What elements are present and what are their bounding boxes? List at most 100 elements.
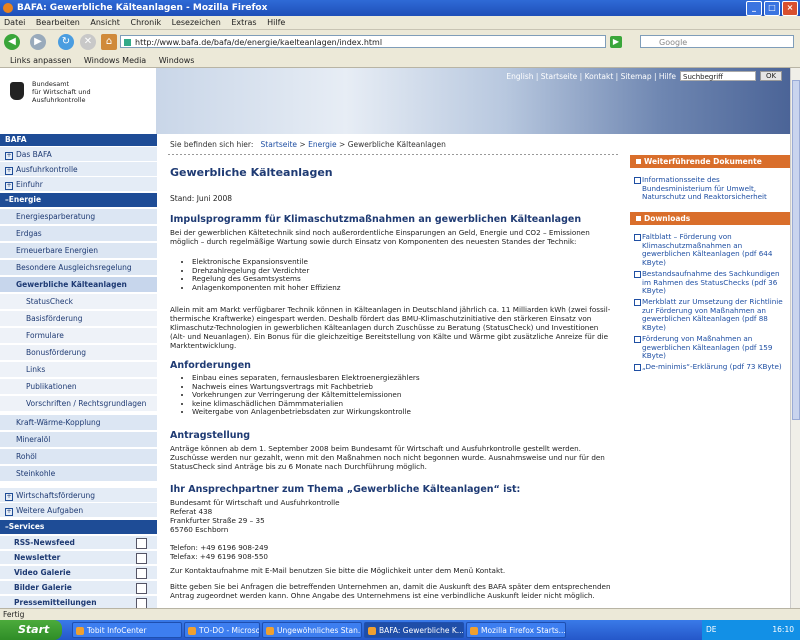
search-placeholder: Google (659, 38, 688, 47)
breadcrumb-startseite[interactable]: Startseite (261, 140, 297, 149)
link-icon (634, 177, 641, 184)
site-logo[interactable]: Bundesamt für Wirtschaft und Ausfuhrkontro… (0, 68, 156, 134)
home-icon[interactable]: ⌂ (101, 34, 117, 50)
top-links[interactable]: English | Startseite | Kontakt | Sitemap… (156, 72, 676, 81)
service-bilder-galerie[interactable]: Bilder Galerie (0, 581, 157, 595)
clock: 16:10 (772, 625, 794, 634)
sidebar-item-erdgas[interactable]: Erdgas (0, 226, 157, 242)
download-faltblatt[interactable]: Faltblatt – Förderung von Klimaschutzmaß… (634, 232, 784, 267)
sidebar-category-energie[interactable]: –Energie (0, 193, 157, 207)
menu-bearbeiten[interactable]: Bearbeiten (36, 18, 80, 27)
pdf-icon (634, 271, 641, 278)
list-anforderungen: Einbau eines separaten, fernauslesbaren … (182, 373, 420, 417)
sidebar-item-statuscheck[interactable]: StatusCheck (0, 294, 157, 310)
search-input[interactable]: Google (640, 35, 794, 48)
newsletter-icon (136, 553, 147, 564)
go-icon[interactable]: ▶ (610, 36, 622, 48)
sidebar-item-formulare[interactable]: Formulare (0, 328, 157, 344)
sidebar-item-links[interactable]: Links (0, 362, 157, 378)
heading-impulsprogramm: Impulsprogramm für Klimaschutzmaßnahmen … (170, 214, 582, 225)
sidebar-item-weitere-aufgaben[interactable]: + Weitere Aufgaben (0, 503, 157, 518)
bookmark-links-anpassen[interactable]: Links anpassen (10, 56, 71, 65)
download-de-minimis[interactable]: „De-minimis“-Erklärung (pdf 73 KByte) (634, 362, 784, 372)
expand-icon: + (5, 182, 13, 190)
sidebar-item-vorschriften[interactable]: Vorschriften / Rechtsgrundlagen (0, 396, 157, 412)
bookmark-windows-media[interactable]: Windows Media (84, 56, 146, 65)
window-title: BAFA: Gewerbliche Kälteanlagen - Mozilla… (17, 3, 268, 13)
sidebar-item-einfuhr[interactable]: + Einfuhr (0, 177, 157, 192)
site-search-ok-button[interactable]: OK (760, 71, 782, 81)
sidebar-category-services[interactable]: –Services (0, 520, 157, 534)
service-newsletter[interactable]: Newsletter (0, 551, 157, 565)
contact-address: Bundesamt für Wirtschaft und Ausfuhrkont… (170, 498, 614, 561)
minimize-button[interactable]: _ (746, 1, 762, 16)
doc-link-bmu[interactable]: Informationsseite des Bundesministerium … (634, 175, 784, 202)
menu-datei[interactable]: Datei (4, 18, 25, 27)
sidebar-item-basisfoerderung[interactable]: Basisförderung (0, 311, 157, 327)
menu-ansicht[interactable]: Ansicht (90, 18, 120, 27)
task-outlook[interactable]: TO-DO - Microsoft Ou... (184, 622, 260, 638)
task-tobit-infocenter[interactable]: Tobit InfoCenter (72, 622, 182, 638)
page-viewport: Bundesamt für Wirtschaft und Ausfuhrkontro… (0, 68, 790, 608)
heading-ansprechpartner: Ihr Ansprechpartner zum Thema „Gewerblic… (170, 484, 521, 495)
download-foerderung[interactable]: Förderung von Maßnahmen an gewerblichen … (634, 334, 784, 361)
vertical-scrollbar[interactable] (790, 68, 800, 608)
menu-chronik[interactable]: Chronik (130, 18, 161, 27)
url-field[interactable]: http://www.bafa.de/bafa/de/energie/kaelt… (120, 35, 606, 48)
sidebar-item-besondere-ausgleichsregelung[interactable]: Besondere Ausgleichsregelung (0, 260, 157, 276)
download-merkblatt[interactable]: Merkblatt zur Umsetzung der Richtlinie z… (634, 297, 784, 332)
sidebar-item-energiesparberatung[interactable]: Energiesparberatung (0, 209, 157, 225)
service-video-galerie[interactable]: Video Galerie (0, 566, 157, 580)
sidebar-item-mineraloel[interactable]: Mineralöl (0, 432, 157, 448)
bookmarks-toolbar: Links anpassen Windows Media Windows (0, 54, 800, 68)
menu-lesezeichen[interactable]: Lesezeichen (172, 18, 221, 27)
list-komponenten: Elektronische Expansionsventile Drehzahl… (182, 257, 341, 292)
sidebar-item-wirtschaftsfoerderung[interactable]: + Wirtschaftsförderung (0, 488, 157, 503)
site-search-input[interactable]: Suchbegriff (680, 71, 756, 81)
rss-icon (136, 538, 147, 549)
service-rss-newsfeed[interactable]: RSS-Newsfeed (0, 536, 157, 550)
app-icon (188, 627, 196, 635)
right-column: Weiterführende Dokumente Informationssei… (630, 134, 790, 608)
status-bar: Fertig (0, 608, 800, 620)
breadcrumb-energie[interactable]: Energie (308, 140, 337, 149)
sidebar-item-ausfuhrkontrolle[interactable]: + Ausfuhrkontrolle (0, 162, 157, 177)
sidebar-item-publikationen[interactable]: Publikationen (0, 379, 157, 395)
task-firefox-startseite[interactable]: Mozilla Firefox Starts... (466, 622, 566, 638)
sidebar-item-kraft-waerme-kopplung[interactable]: Kraft-Wärme-Kopplung (0, 415, 157, 431)
task-bafa[interactable]: BAFA: Gewerbliche K... (364, 622, 464, 638)
window-titlebar: BAFA: Gewerbliche Kälteanlagen - Mozilla… (0, 0, 800, 16)
sidebar-item-rohoel[interactable]: Rohöl (0, 449, 157, 465)
sidebar-item-bonusfoerderung[interactable]: Bonusförderung (0, 345, 157, 361)
back-icon[interactable]: ◀ (4, 34, 20, 50)
firefox-icon (3, 3, 13, 13)
sidebar-item-das-bafa[interactable]: + Das BAFA (0, 147, 157, 162)
maximize-button[interactable]: □ (764, 1, 780, 16)
download-bestandsaufnahme[interactable]: Bestandsaufnahme des Sachkundigen im Rah… (634, 269, 784, 296)
reload-icon[interactable]: ↻ (58, 34, 74, 50)
pdf-icon (634, 299, 641, 306)
start-button[interactable]: Start (0, 620, 62, 640)
language-indicator[interactable]: DE (706, 620, 717, 640)
breadcrumb-divider (168, 154, 620, 155)
site-favicon-icon (124, 39, 131, 46)
task-ungewoehnliches[interactable]: Ungewöhnliches Stan... (262, 622, 362, 638)
paragraph-kontakt: Zur Kontaktaufnahme mit E-Mail benutzen … (170, 566, 506, 575)
scrollbar-thumb[interactable] (792, 80, 800, 420)
forward-icon[interactable]: ▶ (30, 34, 46, 50)
sidebar-item-steinkohle[interactable]: Steinkohle (0, 466, 157, 482)
heading-antragstellung: Antragstellung (170, 430, 251, 441)
menu-extras[interactable]: Extras (231, 18, 256, 27)
sidebar-item-erneuerbare-energien[interactable]: Erneuerbare Energien (0, 243, 157, 259)
sidebar-head: BAFA (0, 134, 157, 146)
stop-icon[interactable]: ✕ (80, 34, 96, 50)
menu-hilfe[interactable]: Hilfe (267, 18, 285, 27)
paragraph-allein: Allein mit am Markt verfügbarer Technik … (170, 305, 611, 350)
service-pressemitteilungen[interactable]: Pressemitteilungen (0, 596, 157, 608)
app-icon (76, 627, 84, 635)
bookmark-windows[interactable]: Windows (159, 56, 195, 65)
sidebar-item-gewerbliche-kaelteanlagen[interactable]: Gewerbliche Kälteanlagen (0, 277, 157, 293)
menubar: Datei Bearbeiten Ansicht Chronik Lesezei… (0, 16, 800, 30)
close-button[interactable]: × (782, 1, 798, 16)
press-icon (136, 598, 147, 608)
